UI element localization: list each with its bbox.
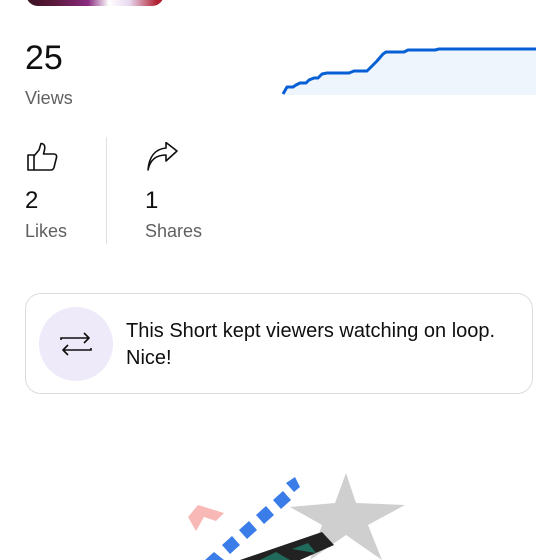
- views-count: 25: [25, 39, 63, 77]
- loop-icon-badge: [39, 307, 113, 381]
- likes-count: 2: [25, 187, 39, 214]
- views-label: Views: [25, 88, 73, 108]
- clapperboard-illustration: [188, 473, 405, 560]
- thumbs-up-icon[interactable]: [26, 142, 60, 172]
- views-sparkline: [281, 47, 536, 95]
- pink-corner: [188, 505, 224, 531]
- shares-count: 1: [145, 187, 159, 214]
- stats-divider: [106, 137, 107, 244]
- video-thumbnail[interactable]: [26, 0, 164, 6]
- likes-label: Likes: [25, 221, 68, 241]
- insight-message: This Short kept viewers watching on loop…: [126, 320, 496, 369]
- sparkline-area: [283, 49, 536, 95]
- loop-insight-card: This Short kept viewers watching on loop…: [25, 293, 533, 394]
- loop-icon: [60, 332, 92, 356]
- share-arrow-icon[interactable]: [146, 142, 180, 172]
- shares-label: Shares: [145, 221, 203, 241]
- clapper-board: [240, 532, 334, 560]
